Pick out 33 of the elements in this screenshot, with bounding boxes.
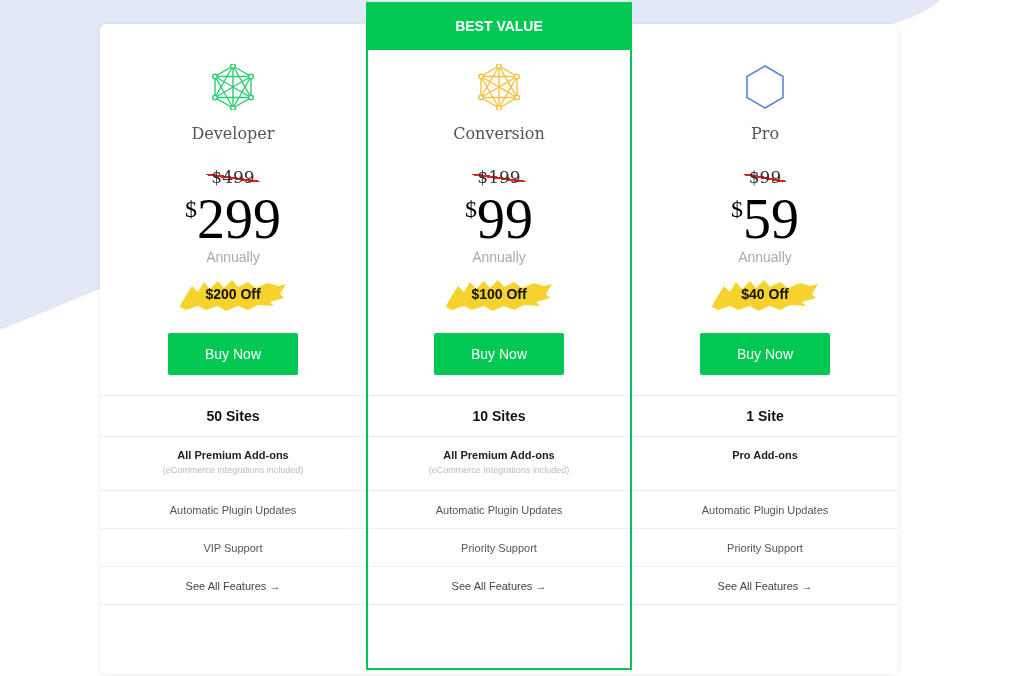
discount-label: $200 Off (205, 286, 261, 302)
addons-note: (eCommerce Integrations included) (162, 465, 304, 475)
best-value-banner: BEST VALUE (366, 2, 632, 50)
feature-text: VIP Support (203, 541, 263, 554)
currency-symbol: $ (465, 197, 477, 221)
currency-symbol: $ (185, 197, 197, 221)
billing-period: Annually (206, 249, 260, 265)
currency-symbol: $ (731, 197, 743, 221)
addons-note: (eCommerce Integrations included) (428, 465, 570, 475)
addons-title: All Premium Add-ons (443, 449, 555, 461)
discount-label: $40 Off (741, 286, 789, 302)
sites-count: 50 Sites (206, 408, 260, 424)
feature-text: Automatic Plugin Updates (169, 503, 297, 516)
feature-text: Priority Support (727, 541, 803, 554)
billing-period: Annually (738, 249, 792, 265)
billing-period: Annually (472, 249, 526, 265)
discount-label: $100 Off (471, 286, 527, 302)
feature-text: Automatic Plugin Updates (435, 503, 563, 516)
sites-count: 10 Sites (472, 408, 526, 424)
see-all-features-link[interactable]: See All Features → (185, 579, 281, 592)
plan-name: Developer (191, 124, 275, 143)
addons-title: Pro Add-ons (732, 449, 798, 461)
feature-text: Automatic Plugin Updates (701, 503, 829, 516)
see-all-features-link[interactable]: See All Features → (717, 579, 813, 592)
plan-name: Pro (750, 124, 779, 143)
plan-price: 59 (743, 191, 799, 247)
sites-count: 1 Site (746, 408, 784, 424)
addons-title: All Premium Add-ons (177, 449, 289, 461)
feature-text: Priority Support (461, 541, 537, 554)
plan-price: 299 (197, 191, 281, 247)
plan-name: Conversion (453, 124, 545, 143)
see-all-features-link[interactable]: See All Features → (451, 579, 547, 592)
plan-price: 99 (477, 191, 533, 247)
